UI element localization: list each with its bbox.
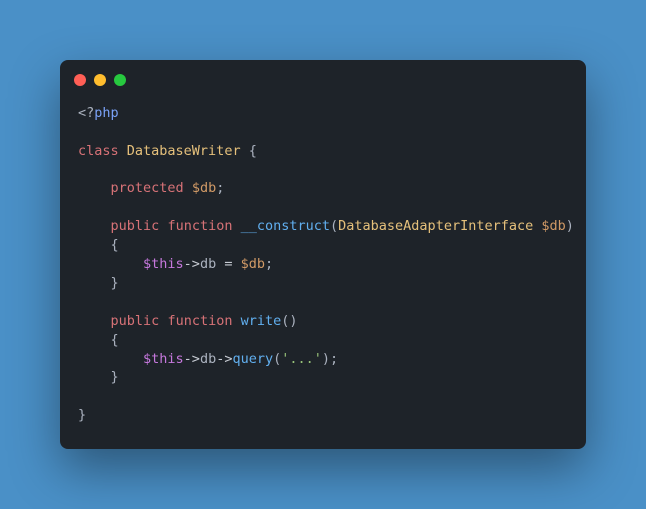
maximize-icon[interactable] [114, 74, 126, 86]
brace: { [111, 237, 119, 253]
type-iface: DatabaseAdapterInterface [338, 218, 533, 234]
brace: } [111, 369, 119, 385]
close-icon[interactable] [74, 74, 86, 86]
param-db: $db [541, 218, 565, 234]
prop-db: db [200, 256, 216, 272]
paren-close: ) [566, 218, 574, 234]
arrow-op: -> [184, 351, 200, 367]
paren-close-semi: ); [322, 351, 338, 367]
window-titlebar [60, 60, 586, 94]
brace-close: } [78, 407, 86, 423]
kw-public: public [111, 313, 160, 329]
semicolon: ; [265, 256, 273, 272]
eq-op: = [216, 256, 240, 272]
class-name: DatabaseWriter [127, 143, 241, 159]
kw-function: function [167, 218, 232, 234]
arrow-op: -> [184, 256, 200, 272]
var-db: $db [241, 256, 265, 272]
code-window: <?php class DatabaseWriter { protected $… [60, 60, 586, 449]
brace: { [111, 332, 119, 348]
arrow-op: -> [216, 351, 232, 367]
this: $this [143, 256, 184, 272]
var-db: $db [192, 180, 216, 196]
php-open-tag: <? [78, 105, 94, 121]
parens: () [281, 313, 297, 329]
fn-write: write [241, 313, 282, 329]
brace: } [111, 275, 119, 291]
code-block: <?php class DatabaseWriter { protected $… [60, 94, 586, 449]
semicolon: ; [216, 180, 224, 196]
prop-db: db [200, 351, 216, 367]
kw-function: function [167, 313, 232, 329]
minimize-icon[interactable] [94, 74, 106, 86]
kw-protected: protected [111, 180, 184, 196]
this: $this [143, 351, 184, 367]
paren-open: ( [330, 218, 338, 234]
fn-query: query [232, 351, 273, 367]
kw-public: public [111, 218, 160, 234]
kw-class: class [78, 143, 119, 159]
fn-construct: __construct [241, 218, 330, 234]
string-lit: '...' [281, 351, 322, 367]
php-keyword: php [94, 105, 118, 121]
brace: { [241, 143, 257, 159]
